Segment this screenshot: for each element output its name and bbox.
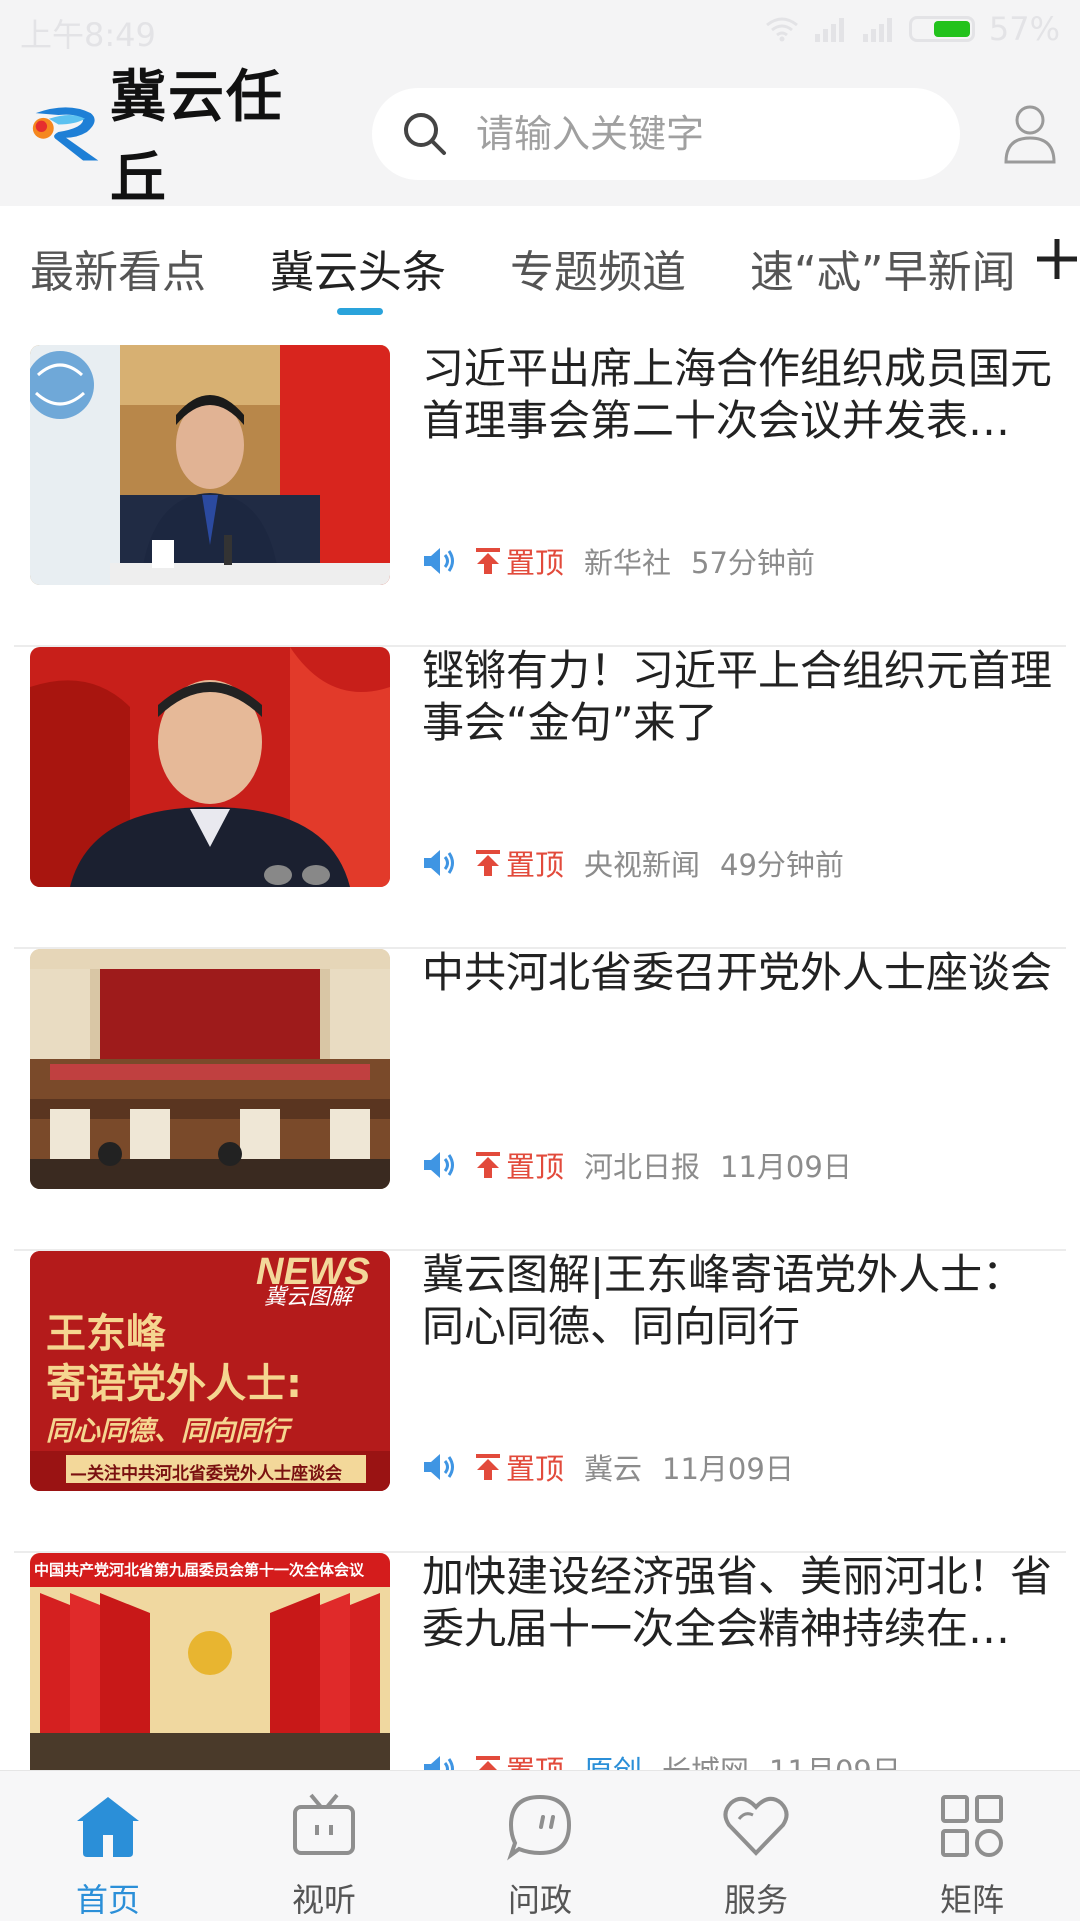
pin-arrow-icon [476,548,500,574]
nav-label: 首页 [75,1881,140,1919]
bottom-nav: 首页 视听 问政 服务 矩阵 [0,1770,1080,1921]
channel-tabs: 最新看点 冀云头条 专题频道 速“忒”早新闻 [0,206,1080,324]
pin-arrow-icon [476,1454,500,1480]
nav-politics[interactable]: 问政 [470,1791,610,1921]
app-logo[interactable]: 冀云任丘 [30,64,330,211]
user-icon[interactable] [1002,102,1058,164]
pinned-badge: 置顶 [474,842,564,884]
status-icons: 57% [765,10,1060,48]
news-source: 冀云 [584,1452,643,1486]
app-header: 冀云任丘 [0,60,1080,211]
nav-services[interactable]: 服务 [686,1791,826,1921]
status-bar: 上午8:49 57% [0,0,1080,60]
signal-icon-2 [862,18,892,42]
signal-icon [814,18,844,42]
nav-matrix[interactable]: 矩阵 [902,1791,1042,1921]
speaker-icon[interactable] [422,1452,456,1482]
thumb-line3: 同心同德、同向同行 [46,1416,289,1447]
thumb-footer: —关注中共河北省委党外人士座谈会 [70,1464,342,1484]
news-item[interactable]: 中共河北省委召开党外人士座谈会 置顶 河北日报 11月09日 [0,947,1080,1251]
news-thumbnail [30,345,390,585]
news-meta: 置顶 新华社 57分钟前 [422,541,815,581]
news-item[interactable]: 铿锵有力！习近平上合组织元首理事会“金句”来了 置顶 央视新闻 49分钟前 [0,645,1080,949]
tab-topics[interactable]: 专题频道 [510,236,686,300]
brand-name: 冀云任丘 [109,64,284,211]
pin-arrow-icon [476,1152,500,1178]
search-box[interactable] [372,88,960,180]
active-tab-indicator [337,308,383,315]
chat-icon [507,1794,572,1861]
speaker-icon[interactable] [422,546,456,576]
news-thumbnail: 中国共产党河北省第九届委员会第十一次全体会议 [30,1553,390,1793]
pinned-badge: 置顶 [474,540,564,582]
news-time: 11月09日 [720,1150,852,1184]
news-title[interactable]: 加快建设经济强省、美丽河北！省委九届十一次全会精神持续在我省引发热烈反响 [422,1551,1052,1655]
nav-media[interactable]: 视听 [254,1791,394,1921]
status-time: 上午8:49 [20,16,156,54]
nav-label: 服务 [723,1881,788,1919]
news-item[interactable]: NEWS 冀云图解 王东峰 寄语党外人士: 同心同德、同向同行 —关注中共河北省… [0,1249,1080,1553]
nav-label: 矩阵 [939,1881,1004,1919]
tab-morning-news[interactable]: 速“忒”早新闻 [750,236,1016,300]
news-time: 57分钟前 [691,546,815,580]
heart-icon [723,1796,789,1856]
news-thumbnail: NEWS 冀云图解 王东峰 寄语党外人士: 同心同德、同向同行 —关注中共河北省… [30,1251,390,1491]
thumb-tag: 冀云图解 [263,1285,352,1310]
wifi-icon [765,17,798,42]
nav-label: 问政 [507,1881,572,1919]
news-item[interactable]: 习近平出席上海合作组织成员国元首理事会第二十次会议并发表重要讲话 置顶 新华社 … [0,343,1080,647]
search-icon [404,113,446,155]
news-source: 央视新闻 [584,848,701,882]
add-channel-icon[interactable] [1034,236,1080,282]
battery-percent: 57% [988,10,1060,48]
nav-home[interactable]: 首页 [38,1791,178,1921]
tv-icon [293,1793,355,1855]
pin-label: 置顶 [506,1150,565,1184]
speaker-icon[interactable] [422,1150,456,1180]
grid-icon [941,1795,1003,1857]
news-thumbnail [30,647,390,887]
news-title[interactable]: 习近平出席上海合作组织成员国元首理事会第二十次会议并发表重要讲话 [422,343,1052,447]
speaker-icon[interactable] [422,848,456,878]
news-meta: 置顶 河北日报 11月09日 [422,1145,852,1185]
news-source: 新华社 [584,546,672,580]
tab-headlines[interactable]: 冀云头条 [270,236,446,300]
search-input[interactable] [474,111,938,157]
news-time: 49分钟前 [720,848,844,882]
home-icon [77,1797,139,1857]
news-meta: 置顶 央视新闻 49分钟前 [422,843,844,883]
thumb-line2: 寄语党外人士: [46,1361,302,1407]
pin-label: 置顶 [506,546,565,580]
pin-label: 置顶 [506,1452,565,1486]
pinned-badge: 置顶 [474,1144,564,1186]
pin-arrow-icon [476,850,500,876]
nav-label: 视听 [291,1881,356,1919]
news-title[interactable]: 铿锵有力！习近平上合组织元首理事会“金句”来了 [422,645,1052,749]
news-source: 河北日报 [584,1150,701,1184]
news-thumbnail [30,949,390,1189]
pinned-badge: 置顶 [474,1446,564,1488]
news-title[interactable]: 冀云图解|王东峰寄语党外人士：同心同德、同向同行 [422,1249,1052,1353]
news-time: 11月09日 [662,1452,794,1486]
thumb-banner: 中国共产党河北省第九届委员会第十一次全体会议 [34,1561,365,1579]
news-title[interactable]: 中共河北省委召开党外人士座谈会 [422,947,1052,999]
tab-latest[interactable]: 最新看点 [30,236,206,300]
logo-mark-icon [32,107,99,161]
news-meta: 置顶 冀云 11月09日 [422,1447,794,1487]
pin-label: 置顶 [506,848,565,882]
battery-icon [908,16,975,42]
